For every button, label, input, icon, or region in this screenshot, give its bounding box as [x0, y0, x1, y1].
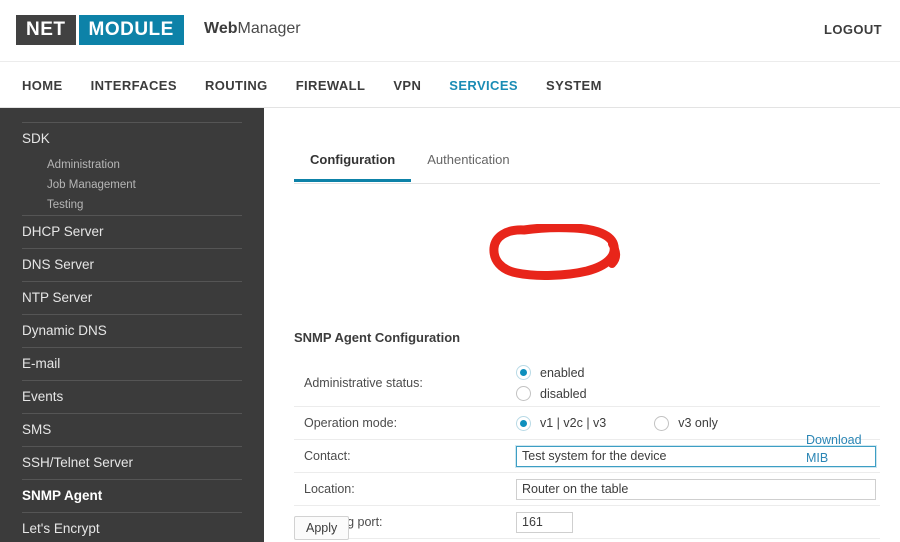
sidebar-top-spacer [22, 108, 242, 122]
sidebar-item-dns-server[interactable]: DNS Server [22, 249, 242, 281]
operation-mode-label: Operation mode: [304, 416, 398, 430]
nav-item-home[interactable]: HOME [22, 78, 63, 93]
sidebar-item-testing[interactable]: Testing [22, 195, 242, 215]
product-title: WebManager [204, 20, 301, 38]
contact-label: Contact: [304, 449, 351, 463]
form-row-admin-status: Administrative status: enabled disabled [294, 360, 880, 407]
brand-web: Web [204, 20, 238, 37]
download-mib-line2[interactable]: MIB [806, 449, 886, 467]
radio-option-enabled[interactable]: enabled [516, 365, 585, 380]
radio-option-v3only[interactable]: v3 only [654, 415, 718, 431]
snmp-config-form: Administrative status: enabled disabled … [294, 360, 880, 539]
sidebar-item-e-mail[interactable]: E-mail [22, 348, 242, 380]
sidebar-item-ntp-server[interactable]: NTP Server [22, 282, 242, 314]
location-input[interactable] [516, 478, 876, 500]
app-header: NET MODULE WebManager LOGOUT [0, 0, 900, 62]
content-tabs: Configuration Authentication [294, 152, 880, 184]
form-row-contact: Contact: [294, 440, 880, 473]
brand-manager: Manager [237, 20, 301, 37]
logout-button[interactable]: LOGOUT [824, 22, 882, 37]
main-content: Configuration Authentication SNMP Agent C… [264, 108, 900, 542]
nav-item-services[interactable]: SERVICES [449, 78, 518, 93]
netmodule-logo: NET MODULE [16, 15, 184, 45]
form-row-listening-port: Listening port: [294, 506, 880, 539]
radio-v3only-icon[interactable] [654, 415, 670, 431]
logo-net-text: NET [16, 15, 76, 45]
admin-status-label: Administrative status: [304, 376, 423, 390]
sidebar-item-job-management[interactable]: Job Management [22, 175, 242, 195]
sidebar-item-ssh-telnet-server[interactable]: SSH/Telnet Server [22, 447, 242, 479]
sidebar-item-let-s-encrypt[interactable]: Let's Encrypt [22, 513, 242, 542]
listening-port-control [516, 511, 880, 533]
download-mib-link[interactable]: Download MIB [806, 431, 886, 467]
radio-enabled-label[interactable]: enabled [540, 366, 585, 380]
radio-enabled-icon[interactable] [516, 365, 531, 380]
nav-item-vpn[interactable]: VPN [393, 78, 421, 93]
sidebar-items: SDK Administration Job Management Testing DH… [0, 108, 264, 542]
radio-option-v1v2cv3[interactable]: v1 | v2c | v3 [516, 415, 606, 431]
sidebar-item-dynamic-dns[interactable]: Dynamic DNS [22, 315, 242, 347]
form-row-location: Location: [294, 473, 880, 506]
sidebar-item-events[interactable]: Events [22, 381, 242, 413]
nav-item-interfaces[interactable]: INTERFACES [91, 78, 177, 93]
radio-v1v2cv3-label[interactable]: v1 | v2c | v3 [540, 416, 606, 430]
operation-mode-control: v1 | v2c | v3 v3 only [516, 415, 880, 431]
nav-item-routing[interactable]: ROUTING [205, 78, 268, 93]
radio-disabled-icon[interactable] [516, 386, 531, 401]
nav-item-firewall[interactable]: FIREWALL [296, 78, 366, 93]
nav-item-system[interactable]: SYSTEM [546, 78, 602, 93]
nav-items: HOME INTERFACES ROUTING FIREWALL VPN SERVICES… [22, 63, 630, 108]
page-title: SNMP Agent Configuration [294, 330, 461, 345]
tab-authentication[interactable]: Authentication [411, 152, 525, 179]
radio-v3only-label[interactable]: v3 only [678, 416, 718, 430]
radio-v1v2cv3-icon[interactable] [516, 415, 531, 431]
download-mib-line1[interactable]: Download [806, 431, 886, 449]
form-row-operation-mode: Operation mode: v1 | v2c | v3 v3 only [294, 407, 880, 440]
sidebar-item-administration[interactable]: Administration [22, 155, 242, 175]
radio-option-disabled[interactable]: disabled [516, 386, 587, 401]
location-label: Location: [304, 482, 355, 496]
location-control [516, 478, 880, 500]
sidebar-item-snmp-agent[interactable]: SNMP Agent [22, 480, 242, 512]
radio-disabled-label[interactable]: disabled [540, 387, 587, 401]
listening-port-input[interactable] [516, 511, 573, 533]
services-sidebar[interactable]: SDK Administration Job Management Testing DH… [0, 108, 264, 542]
sidebar-item-sms[interactable]: SMS [22, 414, 242, 446]
tab-configuration[interactable]: Configuration [294, 152, 412, 182]
sidebar-item-sdk[interactable]: SDK [22, 123, 242, 155]
sidebar-item-dhcp-server[interactable]: DHCP Server [22, 216, 242, 248]
apply-button[interactable]: Apply [294, 516, 350, 540]
logo-module-text: MODULE [78, 15, 184, 45]
main-navigation: HOME INTERFACES ROUTING FIREWALL VPN SERVICES… [0, 63, 900, 108]
admin-status-control: enabled disabled [516, 360, 880, 406]
